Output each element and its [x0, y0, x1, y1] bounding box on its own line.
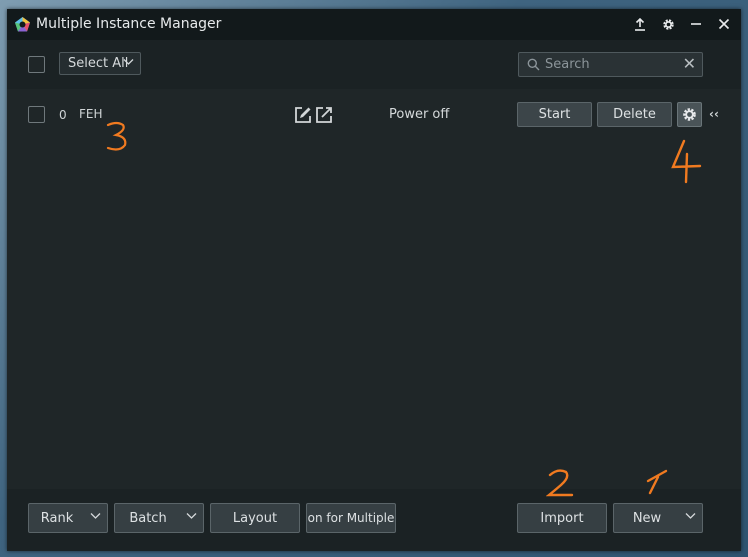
rank-dropdown[interactable]: Rank — [28, 503, 108, 533]
settings-button[interactable] — [658, 14, 678, 34]
select-all-dropdown[interactable]: Select All — [59, 52, 141, 75]
window-title: Multiple Instance Manager — [36, 16, 222, 32]
chevron-down-icon — [90, 513, 101, 519]
layout-button[interactable]: Layout — [210, 503, 300, 533]
app-logo-icon — [15, 17, 30, 32]
minimize-icon — [691, 23, 701, 25]
chevron-down-icon — [123, 59, 134, 65]
instance-row: 0 FEH Power off Start Delete ‹‹ — [7, 92, 741, 138]
edit-icon[interactable] — [294, 106, 312, 124]
gear-icon — [662, 18, 674, 30]
batch-dropdown[interactable]: Batch — [114, 503, 204, 533]
multi-instance-button[interactable]: on for Multiple — [306, 503, 396, 533]
instance-index: 0 — [59, 108, 67, 122]
new-dropdown[interactable]: New — [613, 503, 703, 533]
chevron-down-icon — [685, 513, 696, 519]
footer: Rank Batch Layout on for Multiple Import… — [7, 489, 741, 551]
close-button[interactable] — [714, 14, 734, 34]
toolbar: Select All ✕ — [7, 40, 741, 89]
search-icon — [527, 58, 540, 71]
batch-label: Batch — [129, 510, 167, 526]
upload-button[interactable] — [630, 14, 650, 34]
collapse-icon[interactable]: ‹‹ — [709, 107, 719, 121]
gear-icon — [683, 108, 696, 121]
clear-search-icon[interactable]: ✕ — [683, 56, 696, 72]
instance-status: Power off — [389, 107, 450, 122]
select-all-checkbox[interactable] — [28, 56, 45, 73]
open-external-icon[interactable] — [315, 106, 333, 124]
rank-label: Rank — [40, 510, 74, 526]
instance-settings-button[interactable] — [677, 102, 702, 127]
instance-checkbox[interactable] — [28, 106, 45, 123]
instance-name: FEH — [79, 107, 103, 121]
upload-icon — [635, 17, 645, 31]
new-label: New — [632, 510, 662, 526]
select-all-label: Select All — [68, 56, 129, 71]
minimize-button[interactable] — [686, 14, 706, 34]
search-input[interactable] — [545, 56, 673, 73]
delete-button[interactable]: Delete — [597, 102, 672, 127]
start-button[interactable]: Start — [517, 102, 592, 127]
import-button[interactable]: Import — [517, 503, 607, 533]
titlebar: Multiple Instance Manager — [7, 9, 741, 40]
search-box: ✕ — [518, 52, 703, 77]
close-icon — [718, 18, 730, 30]
main-window: Multiple Instance Manager Select All Sea… — [7, 9, 741, 551]
chevron-down-icon — [186, 513, 197, 519]
